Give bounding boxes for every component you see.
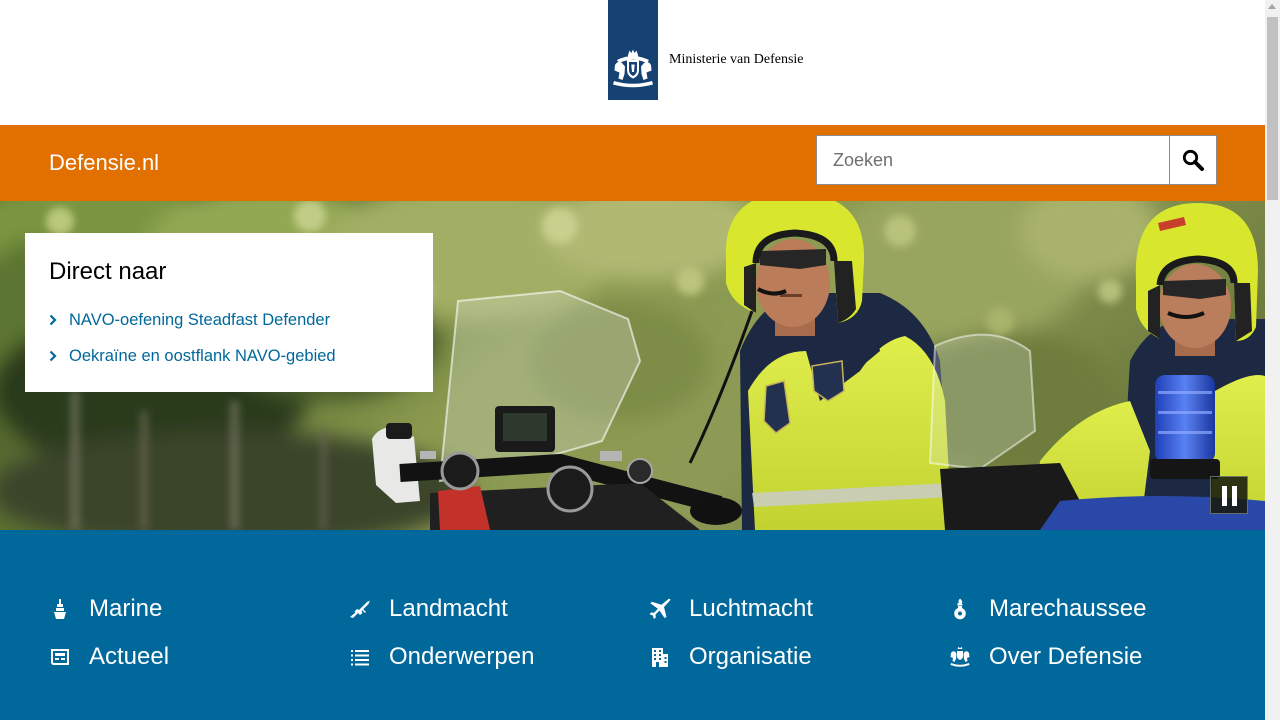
main-nav: Marine Landmacht Luchtmacht Marechaussee…: [0, 530, 1265, 720]
nav-item-marine[interactable]: Marine: [49, 594, 349, 624]
nav-label: Onderwerpen: [389, 643, 535, 670]
nav-label: Organisatie: [689, 643, 812, 670]
list-icon: [351, 650, 369, 666]
nav-item-actueel[interactable]: Actueel: [49, 642, 349, 672]
rifle-icon: [350, 600, 370, 618]
link-navo-oefening[interactable]: NAVO-oefening Steadfast Defender: [49, 310, 330, 330]
chevron-right-icon: [49, 350, 57, 362]
nav-item-landmacht[interactable]: Landmacht: [349, 594, 649, 624]
building-icon: [652, 648, 668, 667]
rijksoverheid-crest-icon: [613, 49, 653, 88]
list-item: NAVO-oefening Steadfast Defender: [49, 310, 409, 330]
ministry-name: Ministerie van Defensie: [669, 52, 804, 67]
nav-label: Landmacht: [389, 595, 508, 622]
nav-label: Luchtmacht: [689, 595, 814, 622]
newspaper-icon: [51, 649, 69, 665]
nav-item-over-defensie[interactable]: Over Defensie: [949, 642, 1249, 672]
header: Ministerie van Defensie: [0, 0, 1265, 125]
direct-naar-title: Direct naar: [49, 258, 167, 285]
nav-label: Marine: [89, 595, 163, 622]
pause-button[interactable]: [1210, 476, 1248, 514]
search-form: [816, 135, 1218, 185]
scrollbar-thumb[interactable]: [1267, 17, 1278, 200]
hero: Direct naar NAVO-oefening Steadfast Defe…: [0, 201, 1265, 530]
scroll-up-arrow-icon[interactable]: [1268, 4, 1276, 9]
link-label: NAVO-oefening Steadfast Defender: [69, 311, 331, 329]
grenade-icon: [954, 598, 966, 620]
direct-naar-links: NAVO-oefening Steadfast Defender Oekraïn…: [49, 310, 409, 366]
crest-icon: [950, 646, 970, 667]
nav-label: Marechaussee: [989, 595, 1147, 622]
list-item: Oekraïne en oostflank NAVO-gebied: [49, 346, 409, 366]
direct-naar-card: Direct naar NAVO-oefening Steadfast Defe…: [25, 233, 433, 392]
nav-item-organisatie[interactable]: Organisatie: [649, 642, 949, 672]
ship-icon: [54, 599, 66, 619]
page: Ministerie van Defensie Defensie.nl Zoek…: [0, 0, 1265, 720]
nav-item-luchtmacht[interactable]: Luchtmacht: [649, 594, 949, 624]
fighter-jet-icon: [649, 598, 671, 619]
nav-item-onderwerpen[interactable]: Onderwerpen: [349, 642, 649, 672]
nav-label: Over Defensie: [989, 643, 1143, 670]
chevron-right-icon: [49, 314, 57, 326]
nav-item-marechaussee[interactable]: Marechaussee: [949, 594, 1249, 624]
nav-label: Actueel: [89, 643, 170, 670]
search-input[interactable]: [816, 135, 1170, 185]
link-label: Oekraïne en oostflank NAVO-gebied: [69, 347, 336, 365]
search-button[interactable]: [1169, 135, 1217, 185]
site-bar: Defensie.nl: [0, 125, 1265, 201]
search-icon: [1182, 149, 1204, 171]
logo-link[interactable]: [608, 0, 658, 100]
scrollbar[interactable]: [1265, 0, 1280, 720]
site-title-link[interactable]: Defensie.nl: [49, 149, 159, 177]
link-oekraine[interactable]: Oekraïne en oostflank NAVO-gebied: [49, 346, 336, 366]
